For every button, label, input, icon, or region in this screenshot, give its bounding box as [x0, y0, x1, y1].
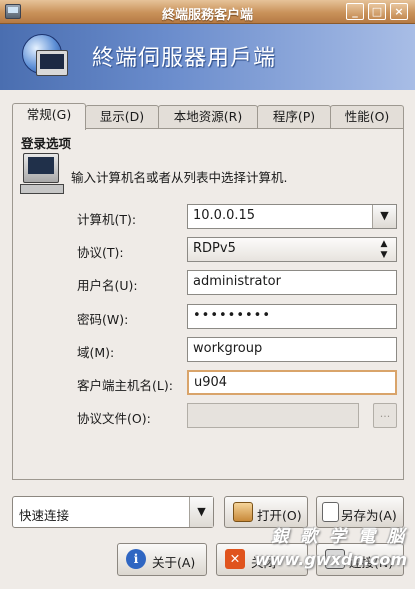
client-host-label: 客户端主机名(L):	[77, 378, 173, 393]
computer-icon	[20, 153, 64, 194]
protocol-file-input[interactable]	[187, 403, 359, 428]
browse-button[interactable]: ...	[373, 403, 397, 428]
save-document-icon	[322, 502, 339, 522]
password-input[interactable]: •••••••••	[187, 304, 397, 329]
login-options-title: 登录选项	[21, 136, 72, 151]
about-label: 关于(A)	[152, 555, 196, 570]
general-panel: 登录选项 输入计算机名或者从列表中选择计算机. 计算机(T): 10.0.0.1…	[12, 128, 404, 480]
close-window-button[interactable]: ×	[390, 3, 408, 20]
username-input[interactable]: administrator	[187, 270, 397, 295]
header-banner: 終端伺服器用戶端	[0, 24, 415, 90]
protocol-file-label: 协议文件(O):	[77, 411, 151, 426]
tab-bar: 常规(G) 显示(D) 本地资源(R) 程序(P) 性能(O)	[12, 103, 404, 130]
chevron-down-icon[interactable]: ▼	[372, 205, 396, 228]
computer-label: 计算机(T):	[77, 212, 137, 227]
domain-input[interactable]: workgroup	[187, 337, 397, 362]
tab-local-resources[interactable]: 本地资源(R)	[158, 105, 258, 129]
maximize-button[interactable]: □	[368, 3, 386, 20]
minimize-button[interactable]: _	[346, 3, 364, 20]
tab-general[interactable]: 常规(G)	[12, 103, 86, 130]
title-bar[interactable]: 終端服務客户端 _ □ ×	[0, 0, 415, 24]
info-icon: i	[126, 549, 146, 569]
watermark-text: 銀 歌 学 電 脳	[271, 527, 407, 547]
tab-programs[interactable]: 程序(P)	[257, 105, 331, 129]
close-icon: ✕	[225, 549, 245, 569]
updown-icon: ▲ ▼	[380, 239, 388, 260]
folder-icon	[233, 502, 253, 522]
chevron-down-icon[interactable]: ▼	[189, 497, 213, 527]
computer-combo[interactable]: 10.0.0.15 ▼	[187, 204, 397, 229]
protocol-select[interactable]: RDPv5 ▲ ▼	[187, 237, 397, 262]
client-host-input[interactable]: u904	[187, 370, 397, 395]
banner-title: 終端伺服器用戶端	[92, 46, 277, 71]
username-label: 用户名(U):	[77, 278, 138, 293]
computer-icon	[36, 50, 68, 76]
tab-performance[interactable]: 性能(O)	[330, 105, 404, 129]
quick-connect-combo[interactable]: 快速连接 ▼	[12, 496, 214, 528]
computer-value: 10.0.0.15	[193, 208, 256, 223]
password-label: 密码(W):	[77, 312, 129, 327]
protocol-label: 协议(T):	[77, 245, 124, 260]
watermark-url: www.gwxdn.com	[254, 550, 407, 569]
protocol-value: RDPv5	[193, 241, 236, 256]
domain-label: 域(M):	[77, 345, 115, 360]
login-hint: 输入计算机名或者从列表中选择计算机.	[71, 170, 288, 185]
quick-connect-label: 快速连接	[19, 508, 70, 523]
tab-display[interactable]: 显示(D)	[85, 105, 159, 129]
about-button[interactable]: i 关于(A)	[117, 543, 207, 576]
